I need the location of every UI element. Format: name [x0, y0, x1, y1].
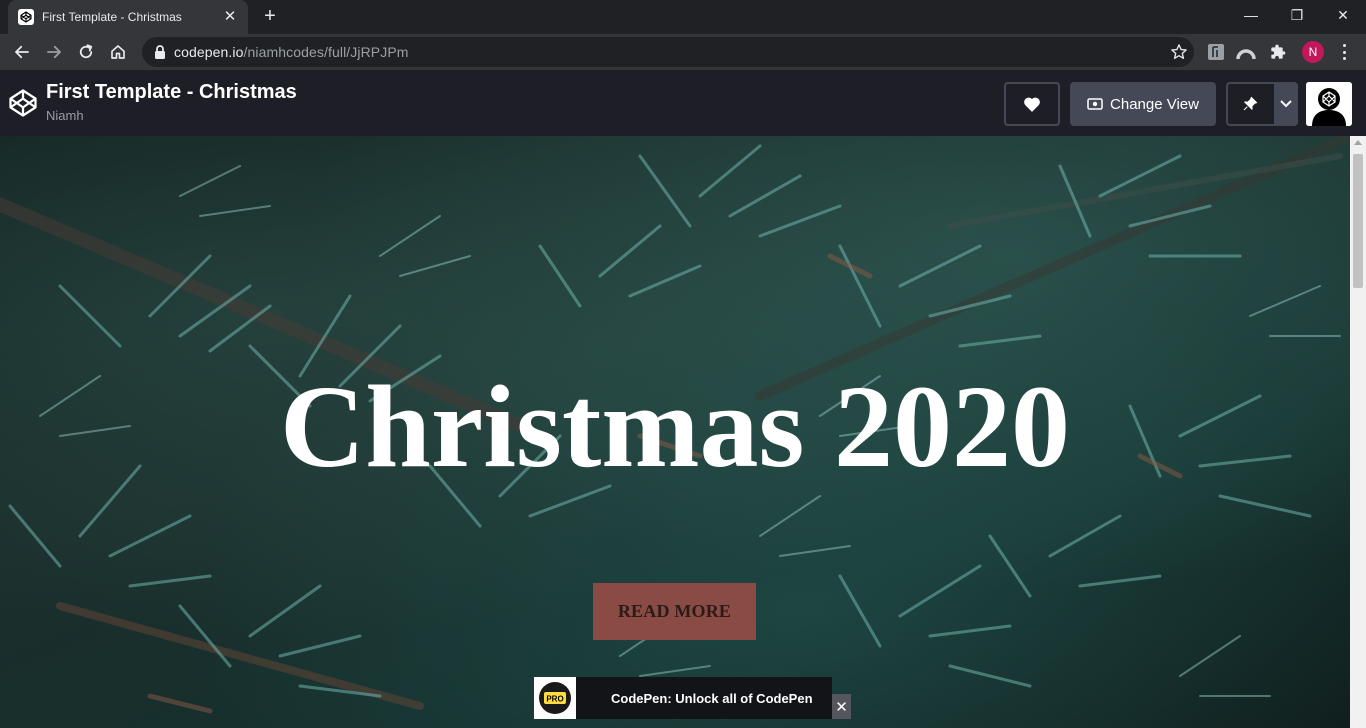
change-view-button[interactable]: Change View: [1070, 82, 1216, 126]
extensions-menu-button[interactable]: [1268, 42, 1288, 62]
hero-title: Christmas 2020: [280, 361, 1070, 492]
chevron-down-icon: [1280, 100, 1292, 108]
reload-icon: [79, 44, 93, 59]
codepen-favicon-icon: [18, 9, 34, 25]
forward-button[interactable]: [40, 38, 68, 66]
url-text: codepen.io/niamhcodes/full/JjRPJPm: [174, 44, 409, 60]
pen-preview: Christmas 2020 READ MORE: [0, 136, 1350, 728]
forward-arrow-icon: [47, 45, 61, 59]
extension-arc-button[interactable]: [1236, 42, 1256, 62]
pro-badge-icon: PRO: [539, 682, 571, 714]
reload-button[interactable]: [72, 38, 100, 66]
pro-badge: PRO: [534, 677, 576, 719]
browser-tab[interactable]: First Template - Christmas ✕: [8, 0, 248, 34]
promo-text[interactable]: CodePen: Unlock all of CodePen: [611, 691, 813, 706]
avatar-icon: [1306, 82, 1352, 126]
user-avatar[interactable]: [1306, 82, 1352, 126]
scroll-up-arrow-icon[interactable]: [1354, 140, 1362, 145]
arc-extension-icon: [1236, 49, 1256, 60]
extension-button[interactable]: [1206, 42, 1226, 62]
read-more-button[interactable]: READ MORE: [593, 583, 756, 640]
tab-close-icon[interactable]: ✕: [222, 9, 238, 25]
browser-toolbar: codepen.io/niamhcodes/full/JjRPJPm N: [0, 34, 1366, 70]
browser-menu-button[interactable]: [1336, 42, 1352, 62]
pin-button[interactable]: [1226, 82, 1298, 126]
back-arrow-icon: [15, 45, 29, 59]
url-host: codepen.io: [174, 44, 244, 60]
close-icon[interactable]: ✕: [832, 694, 851, 719]
scroll-thumb[interactable]: [1353, 154, 1363, 288]
tab-title: First Template - Christmas: [42, 10, 182, 24]
extension-icon: [1208, 44, 1224, 60]
pin-icon: [1243, 96, 1258, 111]
home-icon: [111, 45, 125, 59]
pro-badge-text: PRO: [546, 695, 563, 704]
browser-tab-strip: First Template - Christmas ✕ + — ❐ ✕: [0, 0, 1366, 34]
back-button[interactable]: [8, 38, 36, 66]
new-tab-button[interactable]: +: [258, 5, 282, 29]
minimize-button[interactable]: —: [1228, 0, 1274, 30]
maximize-button[interactable]: ❐: [1274, 0, 1320, 30]
scrollbar[interactable]: [1350, 136, 1366, 728]
pro-promo-banner[interactable]: PRO CodePen: Unlock all of CodePen: [534, 677, 832, 719]
url-path: /niamhcodes/full/JjRPJPm: [243, 44, 409, 60]
codepen-icon[interactable]: [8, 88, 38, 118]
codepen-header: First Template - Christmas Niamh Change …: [0, 70, 1366, 136]
heart-icon: [1024, 97, 1040, 112]
address-bar[interactable]: codepen.io/niamhcodes/full/JjRPJPm: [142, 37, 1194, 67]
puzzle-icon: [1271, 44, 1286, 59]
profile-avatar[interactable]: N: [1302, 41, 1324, 63]
pen-author[interactable]: Niamh: [46, 108, 84, 123]
like-button[interactable]: [1004, 82, 1060, 126]
close-window-button[interactable]: ✕: [1320, 0, 1366, 30]
eye-icon: [1087, 98, 1103, 110]
change-view-label: Change View: [1110, 95, 1199, 113]
pen-title: First Template - Christmas: [46, 81, 297, 103]
home-button[interactable]: [104, 38, 132, 66]
lock-icon: [155, 45, 165, 59]
pin-dropdown[interactable]: [1274, 84, 1298, 124]
star-icon[interactable]: [1170, 43, 1188, 61]
